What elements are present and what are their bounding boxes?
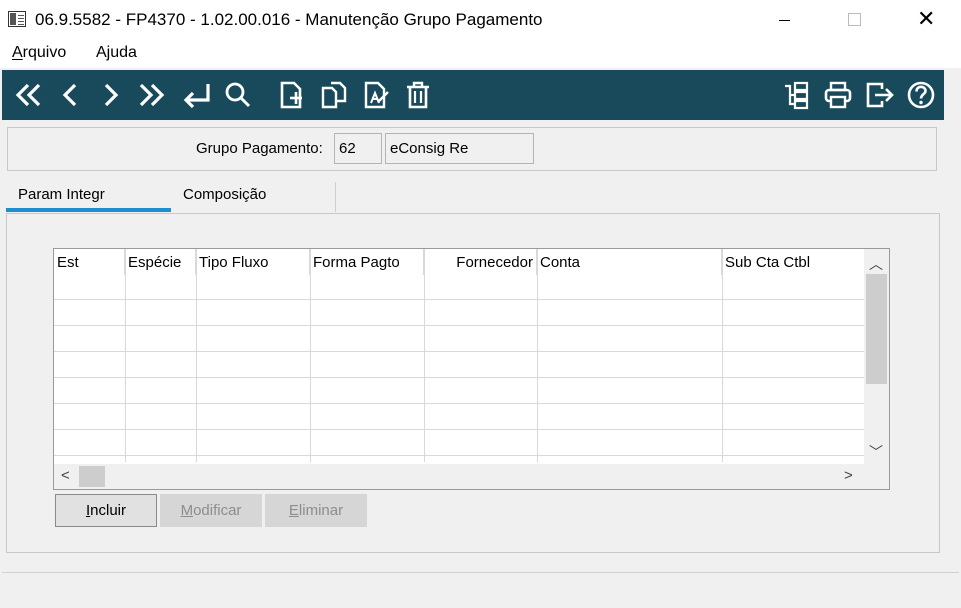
maximize-button[interactable] xyxy=(831,0,877,40)
scroll-right-icon[interactable]: > xyxy=(844,467,853,484)
minimize-icon xyxy=(779,20,790,21)
header-panel: Grupo Pagamento: 62 eConsig Re xyxy=(7,127,937,171)
delete-icon xyxy=(407,81,429,109)
column-header-especie[interactable]: Espécie xyxy=(125,249,196,275)
column-header-forma-pagto[interactable]: Forma Pagto xyxy=(310,249,424,275)
print-icon xyxy=(824,81,852,109)
table-row[interactable] xyxy=(54,275,864,300)
close-icon: ✕ xyxy=(917,6,936,31)
help-button[interactable] xyxy=(905,79,937,111)
column-header-especie-label: Espécie xyxy=(128,254,182,271)
column-header-fornecedor[interactable]: Fornecedor xyxy=(424,249,537,275)
go-to-icon xyxy=(183,84,210,109)
menu-bar: Arquivo Ajuda xyxy=(0,40,961,68)
menu-arquivo[interactable]: Arquivo xyxy=(12,44,66,62)
search-button[interactable] xyxy=(222,79,254,111)
column-header-tipo-fluxo[interactable]: Tipo Fluxo xyxy=(196,249,310,275)
structure-icon xyxy=(785,81,809,110)
column-header-conta[interactable]: Conta xyxy=(537,249,722,275)
maximize-icon xyxy=(848,13,861,26)
next-record-button[interactable] xyxy=(95,79,127,111)
grupo-pagamento-code-field[interactable]: 62 xyxy=(334,133,382,164)
tab-param-integr-label: Param Integr xyxy=(18,186,105,203)
scroll-down-icon[interactable]: ﹀ xyxy=(869,442,883,462)
title-bar: 06.9.5582 - FP4370 - 1.02.00.016 - Manut… xyxy=(0,0,961,40)
column-header-forma-pagto-label: Forma Pagto xyxy=(313,254,400,271)
eliminar-button-label: Eliminar xyxy=(288,502,344,519)
exit-icon xyxy=(866,82,894,108)
last-record-icon xyxy=(139,83,165,107)
help-icon xyxy=(907,81,935,109)
column-header-est[interactable]: Est xyxy=(54,249,125,275)
next-record-icon xyxy=(104,83,119,107)
search-icon xyxy=(225,82,251,108)
table-row[interactable] xyxy=(54,327,864,352)
print-button[interactable] xyxy=(822,79,854,111)
grupo-pagamento-description-field[interactable]: eConsig Re xyxy=(385,133,534,164)
column-header-fornecedor-label: Fornecedor xyxy=(456,254,533,271)
eliminar-button[interactable]: Eliminar xyxy=(265,494,367,527)
horizontal-scrollbar[interactable]: < > xyxy=(54,464,864,489)
tab-composicao[interactable]: Composição xyxy=(171,182,336,212)
table-row[interactable] xyxy=(54,379,864,404)
status-bar xyxy=(2,572,959,606)
toolbar xyxy=(2,70,944,120)
close-button[interactable]: ✕ xyxy=(902,0,948,40)
copy-record-button[interactable] xyxy=(318,79,350,111)
horizontal-scroll-thumb[interactable] xyxy=(79,466,105,487)
edit-document-icon xyxy=(364,81,389,109)
scroll-left-icon[interactable]: < xyxy=(61,467,70,484)
menu-ajuda-label: Ajuda xyxy=(96,44,137,61)
edit-record-button[interactable] xyxy=(360,79,392,111)
tab-param-integr[interactable]: Param Integr xyxy=(6,182,171,212)
minimize-button[interactable] xyxy=(762,0,808,40)
menu-arquivo-label: Arquivo xyxy=(12,44,67,61)
scrollbar-corner xyxy=(864,464,889,489)
modificar-button[interactable]: Modificar xyxy=(160,494,262,527)
exit-button[interactable] xyxy=(864,79,896,111)
column-header-sub-cta-ctbl-label: Sub Cta Ctbl xyxy=(725,254,811,271)
integration-params-grid[interactable]: Est Espécie Tipo Fluxo Forma Pagto Forne… xyxy=(53,248,890,490)
delete-record-button[interactable] xyxy=(402,79,434,111)
column-header-est-label: Est xyxy=(57,254,79,271)
table-row[interactable] xyxy=(54,301,864,326)
table-row[interactable] xyxy=(54,353,864,378)
column-header-conta-label: Conta xyxy=(540,254,581,271)
new-document-icon xyxy=(280,81,302,109)
incluir-button-label: Incluir xyxy=(85,502,127,519)
new-record-button[interactable] xyxy=(275,79,307,111)
modificar-button-label: Modificar xyxy=(180,502,242,519)
app-icon xyxy=(8,11,26,27)
go-to-button[interactable] xyxy=(180,79,212,111)
window-title: 06.9.5582 - FP4370 - 1.02.00.016 - Manut… xyxy=(35,10,543,29)
scroll-up-icon[interactable]: ︿ xyxy=(869,254,883,274)
incluir-button[interactable]: Incluir xyxy=(55,494,157,527)
copy-document-icon xyxy=(321,81,347,109)
table-row[interactable] xyxy=(54,405,864,430)
tab-composicao-label: Composição xyxy=(183,186,267,203)
structure-button[interactable] xyxy=(780,79,812,111)
application-window: 06.9.5582 - FP4370 - 1.02.00.016 - Manut… xyxy=(0,0,961,608)
table-row[interactable] xyxy=(54,431,864,456)
grupo-pagamento-label: Grupo Pagamento: xyxy=(196,140,323,157)
column-header-tipo-fluxo-label: Tipo Fluxo xyxy=(199,254,269,271)
first-record-icon xyxy=(15,83,41,107)
first-record-button[interactable] xyxy=(12,79,44,111)
previous-record-button[interactable] xyxy=(54,79,86,111)
column-header-sub-cta-ctbl[interactable]: Sub Cta Ctbl xyxy=(722,249,864,275)
vertical-scrollbar[interactable]: ︿ ﹀ xyxy=(864,249,889,464)
last-record-button[interactable] xyxy=(136,79,168,111)
previous-record-icon xyxy=(62,83,77,107)
vertical-scroll-thumb[interactable] xyxy=(866,274,887,384)
menu-ajuda[interactable]: Ajuda xyxy=(96,44,137,62)
